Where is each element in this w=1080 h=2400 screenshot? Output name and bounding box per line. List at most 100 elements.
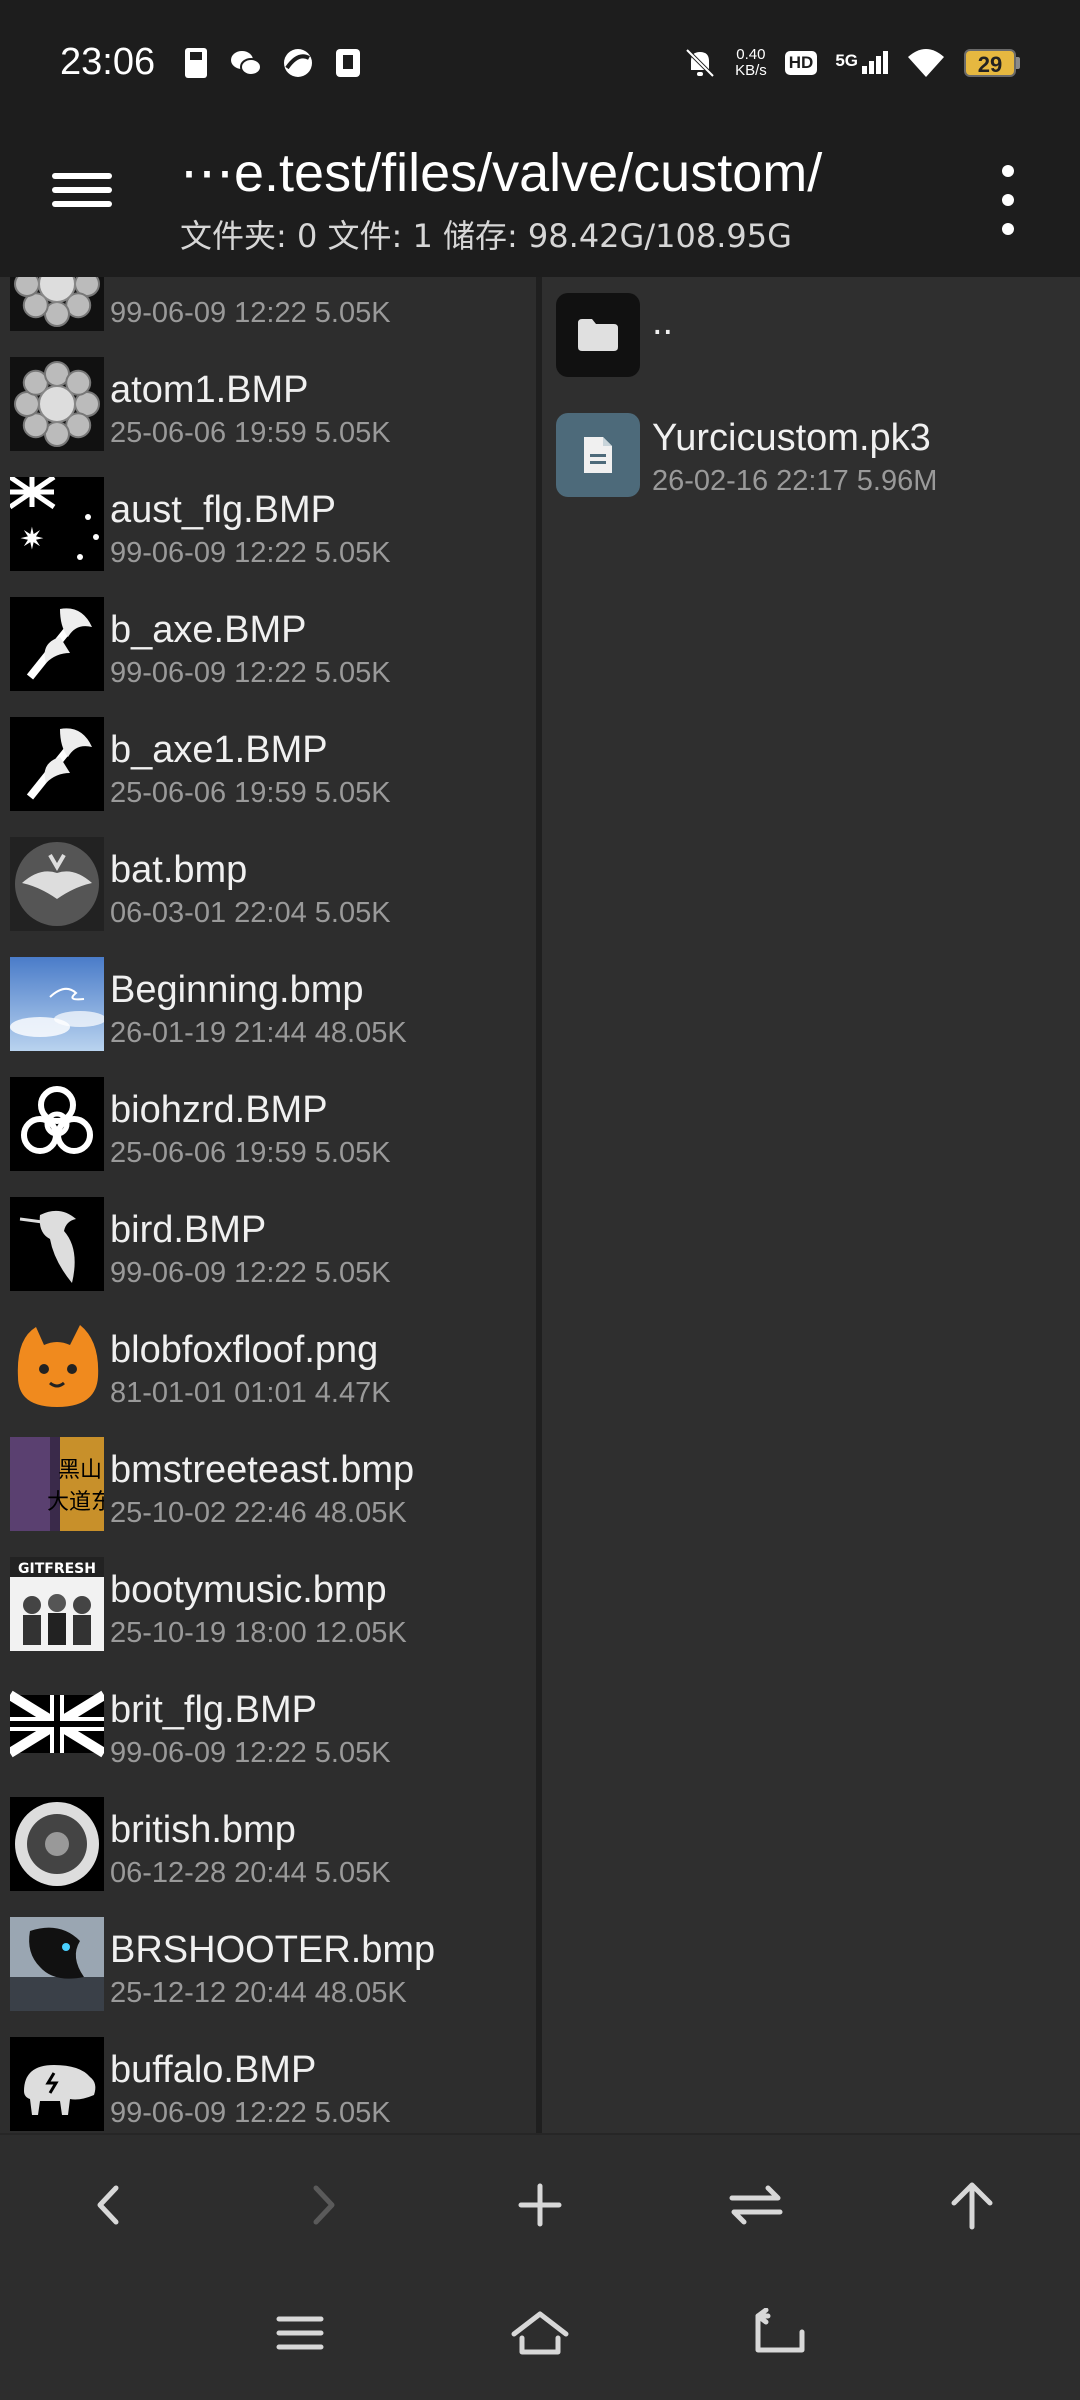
file-row[interactable]: biohzrd.BMP 25-06-06 19:59 5.05K xyxy=(0,1067,536,1187)
file-name: blobfoxfloof.png xyxy=(110,1329,379,1371)
hd-badge: HD xyxy=(784,50,818,75)
thumbnail-bio-icon xyxy=(10,1077,104,1171)
file-row[interactable]: 99-06-09 12:22 5.05K xyxy=(0,277,536,347)
status-bar: 23:06 0.40 KB/s HD 5G 29 xyxy=(0,0,1080,125)
file-name: BRSHOOTER.bmp xyxy=(110,1929,436,1971)
file-meta: 99-06-09 12:22 5.05K xyxy=(110,657,391,689)
file-meta: 99-06-09 12:22 5.05K xyxy=(110,537,391,569)
app-icon xyxy=(284,48,313,77)
file-meta: 25-06-06 19:59 5.05K xyxy=(110,417,391,449)
thumbnail-atom-icon xyxy=(10,357,104,451)
thumbnail-fox-icon xyxy=(10,1317,104,1411)
file-meta: 99-06-09 12:22 5.05K xyxy=(110,1257,391,1289)
file-row[interactable]: bat.bmp 06-03-01 22:04 5.05K xyxy=(0,827,536,947)
file-name: Beginning.bmp xyxy=(110,969,364,1011)
thumbnail-sky-icon xyxy=(10,957,104,1051)
path-info: 文件夹: 0 文件: 1 储存: 98.42G/108.95G xyxy=(180,217,792,255)
thumbnail-aust-icon: ✷ xyxy=(10,477,104,571)
file-meta: 99-06-09 12:22 5.05K xyxy=(110,297,391,329)
parent-folder-row[interactable]: .. xyxy=(542,277,1080,397)
file-row[interactable]: b_axe1.BMP 25-06-06 19:59 5.05K xyxy=(0,707,536,827)
thumbnail-booty-icon: GITFRESH xyxy=(10,1557,104,1651)
left-file-pane[interactable]: 99-06-09 12:22 5.05K atom1.BMP 25-06-06 19… xyxy=(0,277,536,2133)
swap-icon[interactable] xyxy=(716,2165,796,2245)
current-path[interactable]: ⋯e.test/files/valve/custom/ xyxy=(180,141,822,204)
file-name: atom1.BMP xyxy=(110,369,309,411)
up-icon[interactable] xyxy=(932,2165,1012,2245)
thumbnail-british-icon xyxy=(10,1797,104,1891)
thumbnail-brit-icon xyxy=(10,1677,104,1771)
add-icon[interactable] xyxy=(500,2165,580,2245)
file-meta: 25-10-02 22:46 48.05K xyxy=(110,1497,407,1529)
file-row[interactable]: ✷ aust_flg.BMP 99-06-09 12:22 5.05K xyxy=(0,467,536,587)
file-row[interactable]: GITFRESH bootymusic.bmp 25-10-19 18:00 12.… xyxy=(0,1547,536,1667)
parent-folder-label: .. xyxy=(652,301,674,343)
file-meta: 99-06-09 12:22 5.05K xyxy=(110,2097,391,2129)
file-row[interactable]: british.bmp 06-12-28 20:44 5.05K xyxy=(0,1787,536,1907)
bottom-action-bar xyxy=(0,2133,1080,2273)
right-file-pane[interactable]: .. Yurcicustom.pk3 26-02-16 22:17 5.96M xyxy=(542,277,1080,2133)
svg-text:黑山: 黑山 xyxy=(58,1458,102,1483)
svg-text:✷: ✷ xyxy=(19,522,44,557)
file-meta: 25-10-19 18:00 12.05K xyxy=(110,1617,407,1649)
file-meta: 26-01-19 21:44 48.05K xyxy=(110,1017,407,1049)
signal-icon: 5G xyxy=(835,51,888,74)
hamburger-menu-icon[interactable] xyxy=(52,165,112,225)
status-time: 23:06 xyxy=(60,41,156,83)
thumbnail-axe-icon xyxy=(10,597,104,691)
menu-icon[interactable] xyxy=(260,2293,340,2373)
file-row[interactable]: blobfoxfloof.png 81-01-01 01:01 4.47K xyxy=(0,1307,536,1427)
folder-icon xyxy=(556,293,640,377)
file-name: bootymusic.bmp xyxy=(110,1569,387,1611)
file-name: aust_flg.BMP xyxy=(110,489,336,531)
file-row[interactable]: atom1.BMP 25-06-06 19:59 5.05K xyxy=(0,347,536,467)
file-name: bmstreeteast.bmp xyxy=(110,1449,415,1491)
file-row[interactable]: b_axe.BMP 99-06-09 12:22 5.05K xyxy=(0,587,536,707)
file-row[interactable]: BRSHOOTER.bmp 25-12-12 20:44 48.05K xyxy=(0,1907,536,2027)
thumbnail-buffalo-icon xyxy=(10,2037,104,2131)
svg-text:GITFRESH: GITFRESH xyxy=(18,1561,96,1577)
thumbnail-street-icon: 黑山大道东 xyxy=(10,1437,104,1531)
more-options-icon[interactable] xyxy=(990,165,1026,235)
file-meta: 25-06-06 19:59 5.05K xyxy=(110,1137,391,1169)
notification-icon xyxy=(336,48,361,77)
file-name: british.bmp xyxy=(110,1809,296,1851)
net-speed: 0.40 KB/s xyxy=(735,45,767,79)
file-meta: 25-12-12 20:44 48.05K xyxy=(110,1977,407,2009)
file-row[interactable]: 黑山大道东 bmstreeteast.bmp 25-10-02 22:46 48.0… xyxy=(0,1427,536,1547)
file-list: 99-06-09 12:22 5.05K atom1.BMP 25-06-06 19… xyxy=(0,277,536,2133)
mute-bell-icon xyxy=(685,48,715,77)
thumbnail-bat-icon xyxy=(10,837,104,931)
wechat-icon xyxy=(231,50,263,76)
file-meta: 25-06-06 19:59 5.05K xyxy=(110,777,391,809)
file-name: bird.BMP xyxy=(110,1209,267,1251)
thumbnail-atom-icon xyxy=(10,277,104,331)
file-meta: 81-01-01 01:01 4.47K xyxy=(110,1377,391,1409)
wifi-icon xyxy=(908,48,944,77)
document-icon xyxy=(556,413,640,497)
file-row-yurcicustom[interactable]: Yurcicustom.pk3 26-02-16 22:17 5.96M xyxy=(542,397,1080,517)
file-meta: 99-06-09 12:22 5.05K xyxy=(110,1737,391,1769)
file-name: b_axe1.BMP xyxy=(110,729,328,771)
file-name: biohzrd.BMP xyxy=(110,1089,328,1131)
file-row[interactable]: brit_flg.BMP 99-06-09 12:22 5.05K xyxy=(0,1667,536,1787)
file-row[interactable]: bird.BMP 99-06-09 12:22 5.05K xyxy=(0,1187,536,1307)
return-icon[interactable] xyxy=(740,2293,820,2373)
file-name: bat.bmp xyxy=(110,849,248,891)
file-name: b_axe.BMP xyxy=(110,609,307,651)
file-meta: 06-03-01 22:04 5.05K xyxy=(110,897,391,929)
home-icon[interactable] xyxy=(500,2293,580,2373)
file-row[interactable]: buffalo.BMP 99-06-09 12:22 5.05K xyxy=(0,2027,536,2133)
thumbnail-axe-icon xyxy=(10,717,104,811)
file-meta: 26-02-16 22:17 5.96M xyxy=(652,465,938,497)
back-icon[interactable] xyxy=(68,2165,148,2245)
forward-icon[interactable] xyxy=(284,2165,364,2245)
svg-text:大道东: 大道东 xyxy=(47,1490,104,1515)
system-nav-bar xyxy=(0,2273,1080,2400)
app-toolbar: ⋯e.test/files/valve/custom/ 文件夹: 0 文件: 1… xyxy=(0,125,1080,277)
file-name: Yurcicustom.pk3 xyxy=(652,417,931,459)
file-row[interactable]: Beginning.bmp 26-01-19 21:44 48.05K xyxy=(0,947,536,1067)
file-name: brit_flg.BMP xyxy=(110,1689,317,1731)
file-meta: 06-12-28 20:44 5.05K xyxy=(110,1857,391,1889)
file-name: buffalo.BMP xyxy=(110,2049,317,2091)
